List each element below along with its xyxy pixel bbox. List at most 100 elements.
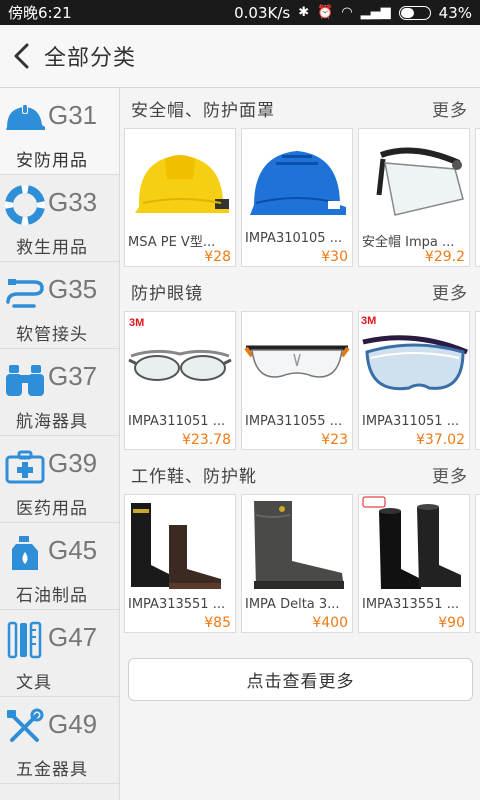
sidebar-item-g39[interactable]: G39 医药用品 [0,436,119,523]
product-list-area[interactable]: 安全帽、防护面罩 更多 MSA PE V型... ¥28 IMPA310105 … [120,88,480,800]
battery-icon [398,5,431,20]
product-name: IMPA311051 ... [362,414,460,429]
chevron-left-icon [14,43,29,69]
product-price: ¥30 [321,249,348,265]
hose-icon [6,279,44,308]
product-name: IMPA313551 ... [362,597,460,612]
more-link[interactable]: 更多 [432,96,468,121]
product-card[interactable]: IMPA311055 ... ¥23 [241,311,353,450]
signal-icon: ▂▄▆ [360,5,391,20]
product-name: IMPA311055 ... [245,414,343,429]
product-price: ¥23 [321,432,348,448]
product-card[interactable]: IMPA310105 ... ¥30 [241,128,353,267]
product-image [254,501,344,589]
product-image [244,345,350,378]
category-name: 文具 [16,673,52,693]
product-image [135,155,229,213]
title-bar: 全部分类 [0,25,480,88]
product-card[interactable]: 3M IMPA311051 ... ¥37.02 [358,311,470,450]
category-name: 医药用品 [16,499,88,519]
section-title: 工作鞋、防护靴 [131,467,257,487]
alarm-icon: ⏰ [317,5,334,20]
battery-percent: 43% [438,3,472,22]
page-title: 全部分类 [44,46,137,71]
product-card[interactable]: IMPA313551 ... ¥90 [358,494,470,633]
bluetooth-icon: ✱ [298,5,310,20]
category-name: 软管接头 [16,325,88,345]
network-speed: 0.03K/s [234,3,291,22]
sidebar-item-g35[interactable]: G35 软管接头 [0,262,119,349]
product-image [362,496,461,589]
product-card[interactable]: IMPA313551 ... ¥85 [124,494,236,633]
product-price: ¥28 [204,249,231,265]
category-code: G49 [48,709,98,739]
product-price: ¥37.02 [416,432,465,448]
more-link[interactable]: 更多 [432,462,468,487]
category-name: 五金器具 [16,760,88,780]
category-code: G31 [48,100,98,130]
section-header: 工作鞋、防护靴 更多 [120,454,480,494]
product-row: 3M IMPA311051 ... ¥23.78 IMPA311055 ... … [120,311,480,454]
product-name: 安全帽 Impa ... [362,235,455,250]
product-price: ¥400 [312,615,348,631]
more-link[interactable]: 更多 [432,279,468,304]
product-card[interactable]: MSA PE V型... ¥28 [124,128,236,267]
section-header: 安全帽、防护面罩 更多 [120,88,480,128]
status-bar: 傍晚6:21 0.03K/s ✱ ⏰ ◠ ▂▄▆ 43% [0,0,480,25]
product-image: 3M [128,317,232,381]
lifebuoy-icon [5,185,45,225]
category-code: G35 [48,274,98,304]
category-sidebar[interactable]: G31 安防用品 G33 救生用品 G35 软管接头 G37 航海器具 G39 … [0,88,120,800]
category-name: 安防用品 [16,151,88,171]
brand-logo: 3M [129,317,144,329]
product-image [250,151,346,215]
category-code: G37 [48,361,98,391]
product-price: ¥85 [204,615,231,631]
product-price: ¥23.78 [182,432,231,448]
product-image: 3M [361,315,468,391]
tools-icon [7,708,44,742]
category-name: 石油制品 [16,586,88,606]
product-name: MSA PE V型... [128,235,216,250]
category-code: G33 [48,187,98,217]
status-time: 傍晚6:21 [8,4,72,22]
sidebar-item-g37[interactable]: G37 航海器具 [0,349,119,436]
wifi-icon: ◠ [341,5,353,20]
product-name: IMPA313551 ... [128,597,226,612]
category-name: 救生用品 [16,238,88,258]
sidebar-item-g45[interactable]: G45 石油制品 [0,523,119,610]
view-more-button[interactable]: 点击查看更多 [128,658,473,701]
oil-can-icon [12,536,38,570]
medical-kit-icon [5,450,45,484]
product-card[interactable]: IMPA Delta 3... ¥400 [241,494,353,633]
category-code: G47 [48,622,98,652]
sidebar-item-g47[interactable]: G47 文具 [0,610,119,697]
product-image [131,503,221,589]
category-name: 航海器具 [16,412,88,432]
section-header: 防护眼镜 更多 [120,271,480,311]
product-card-partial[interactable] [475,311,480,450]
product-row: MSA PE V型... ¥28 IMPA310105 ... ¥30 安全帽 … [120,128,480,271]
binoculars-icon [6,365,44,396]
brand-logo: 3M [361,315,376,327]
product-card-partial[interactable] [475,128,480,267]
sidebar-item-g31[interactable]: G31 安防用品 [0,88,119,175]
product-card-partial[interactable] [475,494,480,633]
section-title: 防护眼镜 [131,284,203,304]
product-image [376,147,464,216]
product-row: IMPA313551 ... ¥85 IMPA Delta 3... ¥400 … [120,494,480,637]
back-button[interactable] [0,25,44,88]
product-price: ¥90 [438,615,465,631]
sidebar-item-g33[interactable]: G33 救生用品 [0,175,119,262]
product-price: ¥29.2 [424,249,465,265]
ruler-icon [7,621,42,659]
sidebar-item-g49[interactable]: G49 五金器具 [0,697,119,784]
category-code: G39 [48,448,98,478]
product-card[interactable]: 安全帽 Impa ... ¥29.2 [358,128,470,267]
product-name: IMPA Delta 3... [245,597,340,612]
product-card[interactable]: 3M IMPA311051 ... ¥23.78 [124,311,236,450]
product-name: IMPA310105 ... [245,231,343,246]
product-name: IMPA311051 ... [128,414,226,429]
section-title: 安全帽、防护面罩 [131,101,275,121]
helmet-icon [6,104,45,130]
